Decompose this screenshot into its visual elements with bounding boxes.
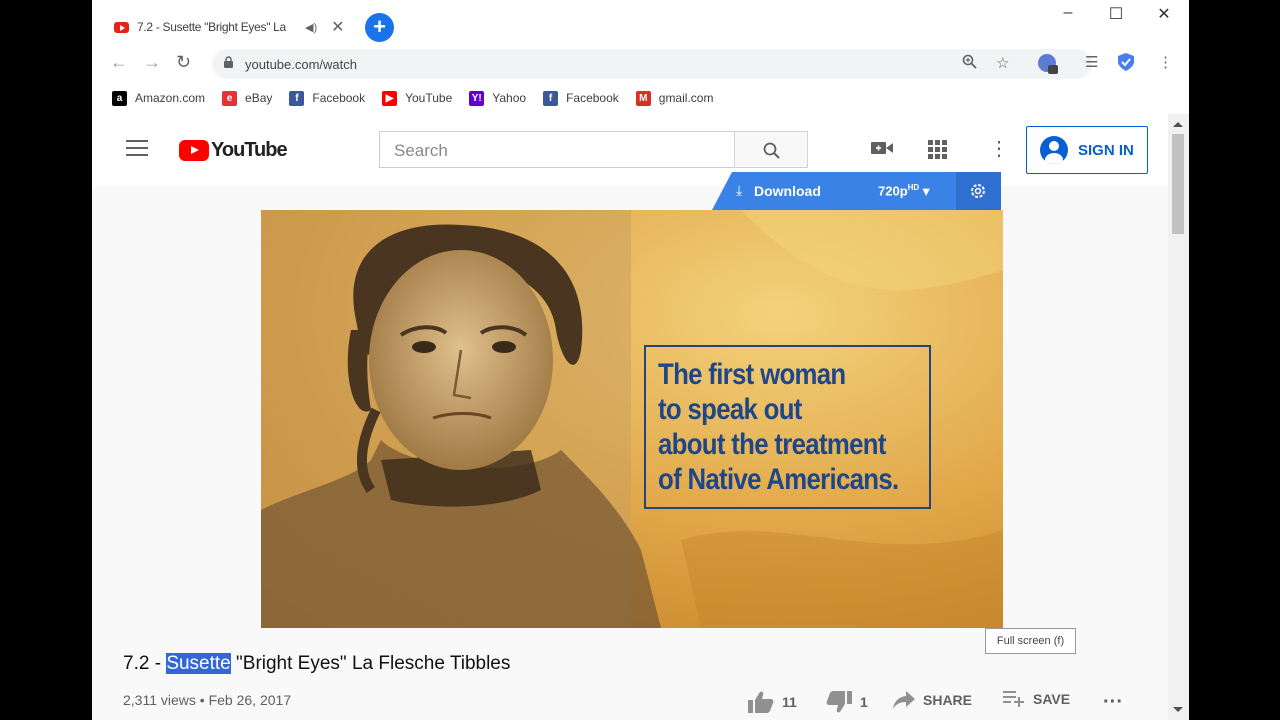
address-bar[interactable]: youtube.com/watch ☆	[212, 49, 1092, 79]
bookmark-label: Yahoo	[492, 91, 527, 105]
gmail-icon: M	[635, 90, 651, 106]
share-button[interactable]: SHARE	[893, 691, 972, 709]
download-settings-gear-icon[interactable]	[956, 172, 1001, 210]
fullscreen-tooltip: Full screen (f)	[985, 628, 1076, 654]
meta-separator: •	[195, 692, 209, 708]
bookmark-youtube[interactable]: ▶ YouTube	[382, 90, 453, 106]
youtube-logo[interactable]: YouTube	[179, 139, 288, 162]
reload-icon[interactable]: ↻	[176, 52, 191, 73]
scroll-down-arrow-icon[interactable]	[1173, 707, 1183, 712]
add-to-playlist-icon	[1003, 691, 1024, 707]
back-arrow-icon[interactable]: ←	[110, 52, 128, 73]
scroll-thumb[interactable]	[1172, 134, 1184, 234]
browser-toolbar: ← → ↻ youtube.com/watch ☆ ☰ ⋮	[92, 46, 1189, 82]
forward-arrow-icon[interactable]: →	[143, 52, 161, 73]
tab-close-icon[interactable]: ✕	[331, 17, 344, 37]
bookmarks-bar: a Amazon.com e eBay f Facebook ▶ YouTube Y! Yahoo…	[92, 82, 1189, 114]
more-actions-icon[interactable]: ···	[1103, 691, 1123, 714]
video-player[interactable]: The first woman to speak out about the tre…	[261, 210, 1003, 628]
new-tab-button[interactable]: +	[365, 13, 394, 42]
youtube-favicon-icon	[114, 21, 129, 33]
video-title: 7.2 - Susette "Bright Eyes" La Flesche T…	[123, 653, 510, 675]
facebook-icon: f	[289, 90, 305, 106]
browser-menu-icon[interactable]: ⋮	[1158, 53, 1173, 71]
caption-line: to speak out	[658, 393, 802, 426]
search-placeholder: Search	[394, 141, 448, 160]
caption-line: about the treatment	[658, 428, 886, 461]
search-icon	[763, 142, 780, 159]
video-metadata: 2,311 views • Feb 26, 2017	[123, 692, 291, 708]
title-prefix: 7.2 -	[123, 653, 167, 674]
download-toolbar: ⤓ Download 720pHD ▾	[712, 172, 1001, 210]
quality-select[interactable]: 720pHD ▾	[878, 183, 929, 199]
video-caption-box: The first woman to speak out about the tre…	[644, 345, 931, 509]
dislike-count: 1	[860, 694, 868, 710]
title-rest: "Bright Eyes" La Flesche Tibbles	[230, 653, 511, 674]
bookmark-facebook[interactable]: f Facebook	[543, 90, 619, 106]
close-window-button[interactable]: ✕	[1141, 4, 1187, 24]
ebay-icon: e	[222, 90, 238, 106]
thumbs-down-icon	[826, 691, 852, 713]
apps-grid-icon[interactable]	[928, 140, 948, 165]
minimize-button[interactable]: –	[1045, 4, 1091, 22]
account-icon	[1040, 136, 1068, 164]
thumbs-up-icon	[748, 691, 774, 713]
yahoo-icon: Y!	[469, 90, 485, 106]
settings-more-icon[interactable]: ⋮	[989, 136, 1009, 161]
bookmark-label: Facebook	[566, 91, 619, 105]
profile-extension-icon[interactable]	[1037, 53, 1059, 80]
like-button[interactable]: 11	[748, 691, 797, 713]
caption-line: of Native Americans.	[658, 463, 899, 496]
browser-window: 7.2 - Susette "Bright Eyes" La ◀) ✕ + – …	[92, 0, 1189, 720]
share-arrow-icon	[893, 691, 915, 709]
bookmark-yahoo[interactable]: Y! Yahoo	[469, 90, 527, 106]
save-button[interactable]: SAVE	[1003, 691, 1070, 707]
amazon-icon: a	[112, 90, 127, 106]
zoom-icon[interactable]	[962, 54, 977, 73]
download-icon: ⤓	[736, 182, 743, 198]
upload-date: Feb 26, 2017	[208, 692, 292, 708]
create-video-icon[interactable]	[871, 140, 893, 161]
sign-in-label: SIGN IN	[1078, 141, 1134, 159]
view-count: 2,311 views	[123, 692, 196, 708]
caption-line: The first woman	[658, 358, 846, 391]
bookmark-ebay[interactable]: e eBay	[222, 90, 273, 106]
url-text: youtube.com/watch	[245, 57, 358, 72]
bookmark-label: YouTube	[405, 91, 453, 105]
logo-text: YouTube	[211, 139, 288, 161]
download-button[interactable]: Download	[754, 183, 821, 199]
tab-title: 7.2 - Susette "Bright Eyes" La	[137, 20, 286, 34]
share-label: SHARE	[923, 692, 973, 708]
tab-strip: 7.2 - Susette "Bright Eyes" La ◀) ✕ + – …	[92, 0, 1189, 46]
bookmark-label: gmail.com	[658, 91, 714, 105]
maximize-button[interactable]: ☐	[1093, 4, 1139, 24]
search-input[interactable]: Search	[379, 131, 735, 168]
youtube-logo-icon	[179, 140, 209, 161]
sign-in-button[interactable]: SIGN IN	[1026, 126, 1148, 174]
save-label: SAVE	[1033, 691, 1071, 707]
bookmark-label: Facebook	[312, 91, 366, 105]
facebook-icon: f	[543, 90, 559, 106]
shield-extension-icon[interactable]	[1118, 53, 1134, 76]
speaker-icon[interactable]: ◀)	[305, 21, 317, 34]
like-count: 11	[782, 694, 797, 710]
bookmark-facebook[interactable]: f Facebook	[289, 90, 366, 106]
bookmark-star-icon[interactable]: ☆	[996, 54, 1009, 72]
search-button[interactable]	[734, 131, 808, 168]
scroll-up-arrow-icon[interactable]	[1173, 122, 1183, 127]
dislike-button[interactable]: 1	[826, 691, 868, 713]
youtube-page: YouTube Search ⋮ SIGN IN ⤓ Download 720p…	[92, 114, 1168, 720]
title-highlighted-text: Susette	[166, 653, 231, 674]
page-scrollbar[interactable]	[1168, 114, 1189, 720]
bookmark-label: Amazon.com	[135, 91, 206, 105]
menu-icon[interactable]	[126, 140, 148, 161]
media-control-icon[interactable]: ☰	[1085, 53, 1098, 71]
browser-tab[interactable]: 7.2 - Susette "Bright Eyes" La ◀) ✕	[102, 8, 364, 46]
youtube-header: YouTube Search ⋮ SIGN IN	[92, 114, 1168, 186]
lock-icon	[224, 56, 233, 68]
bookmark-label: eBay	[245, 91, 273, 105]
bookmark-amazon-com[interactable]: a Amazon.com	[112, 90, 206, 106]
bookmark-gmail-com[interactable]: Mgmail.com	[635, 90, 714, 106]
youtube-icon: ▶	[382, 90, 398, 106]
